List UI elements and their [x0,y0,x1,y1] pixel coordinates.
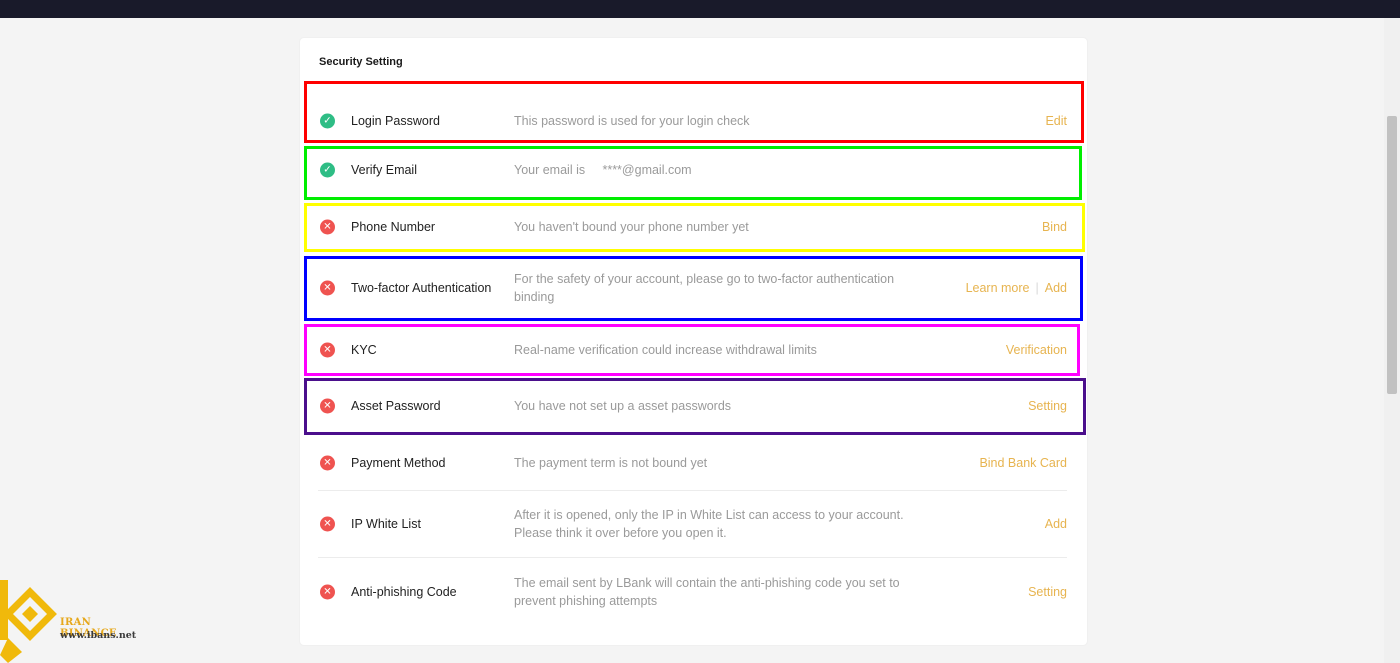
setting-description: The payment term is not bound yet [514,456,708,470]
x-circle-icon: ✕ [320,516,335,532]
highlight-box-login-password [304,81,1084,143]
setting-description: After it is opened, only the IP in White… [514,508,904,540]
highlight-box-verify-email [304,146,1082,200]
scrollbar-thumb[interactable] [1387,116,1397,394]
anti-phishing-setting-link[interactable]: Setting [1028,585,1067,599]
setting-name: Anti-phishing Code [351,584,457,599]
binance-diamond-icon [0,580,57,663]
page-scrollbar[interactable] [1384,18,1400,663]
highlight-box-two-factor [304,256,1083,321]
setting-name: Payment Method [351,456,446,470]
highlight-box-asset-password [304,378,1086,435]
watermark-url: www.ibans.net [60,630,137,641]
highlight-box-kyc [304,324,1080,376]
add-ip-link[interactable]: Add [1045,517,1067,531]
x-circle-icon: ✕ [320,584,335,599]
x-circle-icon: ✕ [320,455,335,471]
top-navigation-bar [0,0,1400,18]
bind-bank-card-link[interactable]: Bind Bank Card [979,456,1067,470]
setting-name: IP White List [351,517,421,531]
highlight-box-phone-number [304,203,1085,252]
page-title: Security Setting [319,56,403,68]
settings-row-ip-white-list: ✕ IP White List After it is opened, only… [318,491,1067,558]
iran-binance-watermark-logo: IRAN BINANCE www.ibans.net [0,580,150,663]
settings-row-anti-phishing: ✕ Anti-phishing Code The email sent by L… [318,558,1067,625]
settings-row-payment-method: ✕ Payment Method The payment term is not… [318,436,1067,491]
setting-description: The email sent by LBank will contain the… [514,575,900,608]
